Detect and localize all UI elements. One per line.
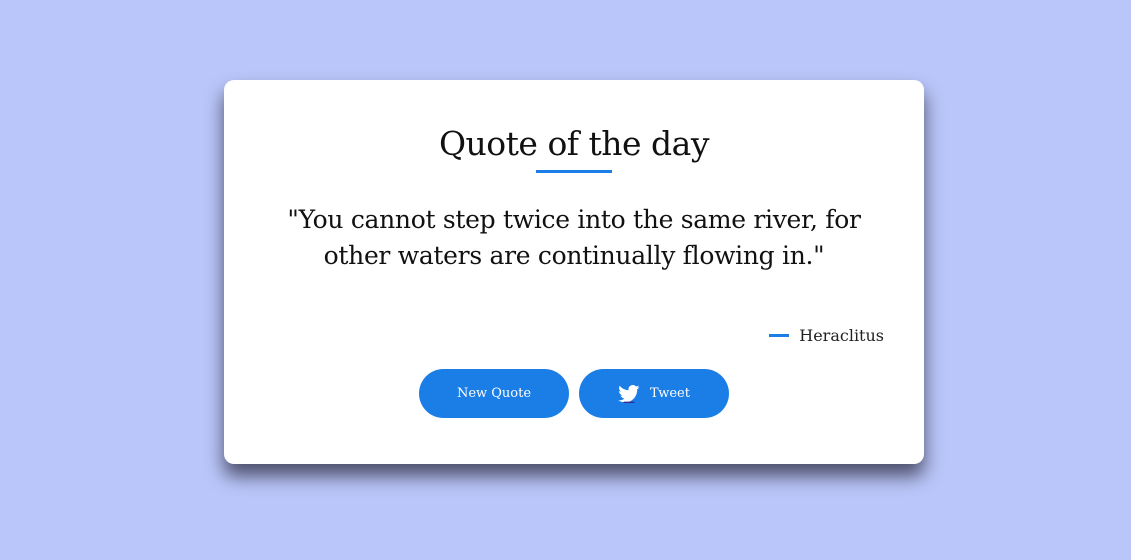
author-line: Heraclitus: [769, 323, 884, 347]
tweet-label: Tweet: [650, 386, 690, 401]
page-title: Quote of the day: [438, 124, 710, 163]
author-dash: [769, 333, 790, 337]
new-quote-label: New Quote: [456, 386, 532, 401]
twitter-bird-icon: [618, 384, 640, 403]
quote-text: "You cannot step twice into the same riv…: [287, 205, 861, 270]
author-name: Heraclitus: [799, 325, 884, 345]
button-row: New Quote Tweet: [419, 369, 729, 418]
title-underline: [536, 170, 612, 173]
tweet-button[interactable]: Tweet: [579, 369, 729, 418]
new-quote-button[interactable]: New Quote: [419, 369, 569, 418]
quote-card: Quote of the day "You cannot step twice …: [224, 80, 924, 464]
